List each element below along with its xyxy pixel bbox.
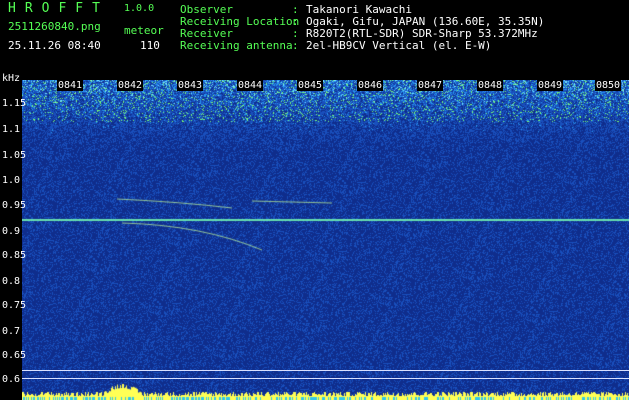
time-label: 0843 [177, 80, 204, 91]
spectrogram-canvas [22, 80, 629, 400]
location-value: Ogaki, Gifu, JAPAN (136.60E, 35.35N) [306, 15, 545, 28]
time-label: 0844 [237, 80, 264, 91]
y-tick-label: 0.7 [2, 326, 21, 337]
y-minor-tick-label: 0.75 [2, 300, 27, 311]
time-label: 0845 [297, 80, 324, 91]
observer-value: Takanori Kawachi [306, 3, 412, 16]
image-filename: 2511260840.png [8, 20, 101, 33]
spectrogram-plot [22, 80, 629, 400]
reference-line-lower [22, 378, 629, 379]
meteor-label: meteor [124, 24, 164, 37]
antenna-label: Receiving antenna [180, 39, 293, 52]
y-tick-label: 1.0 [2, 175, 21, 186]
time-label: 0849 [537, 80, 564, 91]
meteor-count: 110 [140, 39, 160, 52]
location-label: Receiving Location [180, 15, 300, 28]
spectrogram-window: { "header": { "app_title": "HROFFT", "ap… [0, 0, 629, 400]
y-minor-tick-label: 0.95 [2, 200, 27, 211]
y-tick-label: 0.6 [2, 374, 21, 385]
time-label: 0842 [117, 80, 144, 91]
y-tick-label: 1.1 [2, 124, 21, 135]
y-minor-tick-label: 0.65 [2, 350, 27, 361]
antenna-value: 2el-HB9CV Vertical (el. E-W) [306, 39, 492, 52]
y-tick-label: 0.8 [2, 276, 21, 287]
y-minor-tick-label: 1.05 [2, 150, 27, 161]
y-tick-label: 0.9 [2, 226, 21, 237]
receiver-value: R820T2(RTL-SDR) SDR-Sharp 53.372MHz [306, 27, 538, 40]
timestamp: 25.11.26 08:40 [8, 39, 101, 52]
time-label: 0848 [477, 80, 504, 91]
y-minor-tick-label: 0.85 [2, 250, 27, 261]
antenna-separator: : [292, 39, 299, 52]
observer-separator: : [292, 3, 299, 16]
location-separator: : [292, 15, 299, 28]
y-axis-unit: kHz [2, 73, 21, 84]
time-label: 0847 [417, 80, 444, 91]
time-label: 0846 [357, 80, 384, 91]
time-label: 0841 [57, 80, 84, 91]
observer-label: Observer [180, 3, 233, 16]
y-minor-tick-label: 1.15 [2, 98, 27, 109]
receiver-separator: : [292, 27, 299, 40]
app-title: HROFFT [8, 1, 109, 16]
reference-line-upper [22, 370, 629, 371]
time-label: 0850 [595, 80, 622, 91]
app-version: 1.0.0 [124, 3, 155, 14]
receiver-label: Receiver [180, 27, 233, 40]
